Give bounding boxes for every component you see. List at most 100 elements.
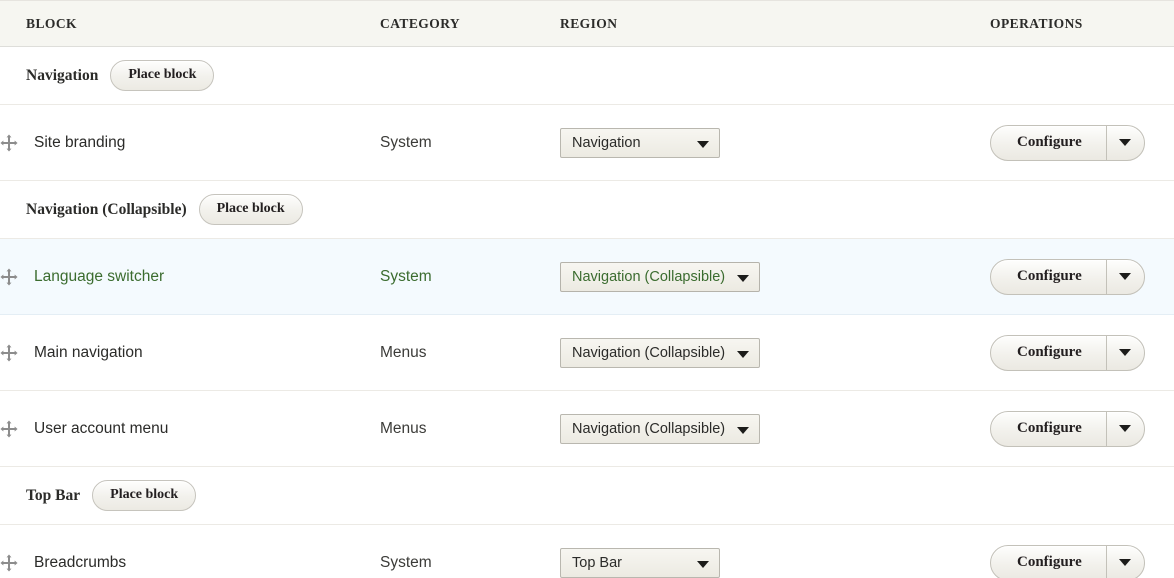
block-name-label: Breadcrumbs: [34, 554, 126, 572]
operations-cell: Configure: [990, 525, 1174, 578]
region-select[interactable]: Navigation (Collapsible): [560, 414, 760, 444]
table-header-row: BLOCK CATEGORY REGION OPERATIONS: [0, 1, 1174, 47]
table-row: User account menu Menus Navigation (Collap…: [0, 391, 1174, 467]
region-select[interactable]: Top Bar: [560, 548, 720, 578]
configure-button[interactable]: Configure: [991, 260, 1106, 294]
table-row: Breadcrumbs System Top Bar Configure: [0, 525, 1174, 578]
category-cell: Menus: [380, 391, 560, 467]
category-label: System: [380, 268, 432, 285]
configure-button[interactable]: Configure: [991, 412, 1106, 446]
region-header-spacer-operations: [990, 181, 1174, 239]
move-cross-icon[interactable]: [0, 268, 18, 286]
place-block-button[interactable]: Place block: [110, 60, 214, 91]
region-header-spacer-region: [560, 47, 990, 105]
chevron-down-icon: [737, 275, 749, 282]
column-header-region: REGION: [560, 1, 990, 47]
chevron-down-icon: [737, 427, 749, 434]
column-header-category: CATEGORY: [380, 1, 560, 47]
block-name-cell: User account menu: [0, 391, 380, 467]
place-block-button[interactable]: Place block: [92, 480, 196, 511]
region-header-spacer-category: [380, 181, 560, 239]
move-cross-icon[interactable]: [0, 554, 18, 572]
region-header-spacer-category: [380, 47, 560, 105]
region-select-value: Top Bar: [572, 555, 622, 571]
configure-button[interactable]: Configure: [991, 126, 1106, 160]
region-header-cell: Navigation (Collapsible) Place block: [0, 181, 380, 239]
operations-cell: Configure: [990, 239, 1174, 315]
region-header-cell: Top Bar Place block: [0, 467, 380, 525]
chevron-down-icon: [697, 141, 709, 148]
category-label: Menus: [380, 420, 427, 437]
chevron-down-icon: [1119, 349, 1131, 356]
block-name-label: Language switcher: [34, 268, 164, 286]
region-header-spacer-region: [560, 467, 990, 525]
table-row: Site branding System Navigation Configure: [0, 105, 1174, 181]
region-cell: Navigation (Collapsible): [560, 391, 990, 467]
region-title: Top Bar: [26, 487, 80, 505]
category-cell: System: [380, 525, 560, 578]
table-body: Navigation Place block Site branding System…: [0, 47, 1174, 578]
region-header-row: Navigation (Collapsible) Place block: [0, 181, 1174, 239]
chevron-down-icon: [1119, 139, 1131, 146]
operations-toggle-button[interactable]: [1106, 126, 1144, 160]
block-name-cell: Site branding: [0, 105, 380, 181]
region-select-value: Navigation (Collapsible): [572, 421, 725, 437]
category-label: System: [380, 134, 432, 151]
region-header-cell: Navigation Place block: [0, 47, 380, 105]
region-title: Navigation (Collapsible): [26, 201, 187, 219]
operations-toggle-button[interactable]: [1106, 412, 1144, 446]
operations-dropbutton: Configure: [990, 335, 1145, 371]
region-select[interactable]: Navigation (Collapsible): [560, 338, 760, 368]
operations-dropbutton: Configure: [990, 259, 1145, 295]
configure-button[interactable]: Configure: [991, 546, 1106, 578]
block-name-cell: Main navigation: [0, 315, 380, 391]
operations-dropbutton: Configure: [990, 125, 1145, 161]
category-cell: Menus: [380, 315, 560, 391]
region-cell: Navigation (Collapsible): [560, 239, 990, 315]
region-cell: Top Bar: [560, 525, 990, 578]
region-cell: Navigation (Collapsible): [560, 315, 990, 391]
category-cell: System: [380, 105, 560, 181]
operations-dropbutton: Configure: [990, 545, 1145, 578]
chevron-down-icon: [1119, 559, 1131, 566]
configure-button[interactable]: Configure: [991, 336, 1106, 370]
operations-toggle-button[interactable]: [1106, 336, 1144, 370]
move-cross-icon[interactable]: [0, 134, 18, 152]
chevron-down-icon: [737, 351, 749, 358]
operations-cell: Configure: [990, 315, 1174, 391]
block-name-cell: Language switcher: [0, 239, 380, 315]
move-cross-icon[interactable]: [0, 420, 18, 438]
chevron-down-icon: [697, 561, 709, 568]
region-select-value: Navigation (Collapsible): [572, 269, 725, 285]
region-header-spacer-operations: [990, 47, 1174, 105]
place-block-button[interactable]: Place block: [199, 194, 303, 225]
region-title: Navigation: [26, 67, 98, 85]
block-name-cell: Breadcrumbs: [0, 525, 380, 578]
block-name-label: User account menu: [34, 420, 168, 438]
block-name-label: Main navigation: [34, 344, 143, 362]
operations-toggle-button[interactable]: [1106, 546, 1144, 578]
table-row: Language switcher System Navigation (Colla…: [0, 239, 1174, 315]
category-label: System: [380, 554, 432, 571]
region-select-value: Navigation (Collapsible): [572, 345, 725, 361]
table-row: Main navigation Menus Navigation (Collapsi…: [0, 315, 1174, 391]
category-label: Menus: [380, 344, 427, 361]
region-select-value: Navigation: [572, 135, 641, 151]
region-header-spacer-operations: [990, 467, 1174, 525]
operations-cell: Configure: [990, 391, 1174, 467]
operations-dropbutton: Configure: [990, 411, 1145, 447]
move-cross-icon[interactable]: [0, 344, 18, 362]
block-name-label: Site branding: [34, 134, 125, 152]
operations-cell: Configure: [990, 105, 1174, 181]
region-cell: Navigation: [560, 105, 990, 181]
column-header-operations: OPERATIONS: [990, 1, 1174, 47]
region-header-spacer-category: [380, 467, 560, 525]
region-header-spacer-region: [560, 181, 990, 239]
region-select[interactable]: Navigation (Collapsible): [560, 262, 760, 292]
column-header-block: BLOCK: [0, 1, 380, 47]
region-header-row: Navigation Place block: [0, 47, 1174, 105]
region-select[interactable]: Navigation: [560, 128, 720, 158]
operations-toggle-button[interactable]: [1106, 260, 1144, 294]
chevron-down-icon: [1119, 425, 1131, 432]
block-layout-table: BLOCK CATEGORY REGION OPERATIONS Navigat…: [0, 0, 1174, 578]
